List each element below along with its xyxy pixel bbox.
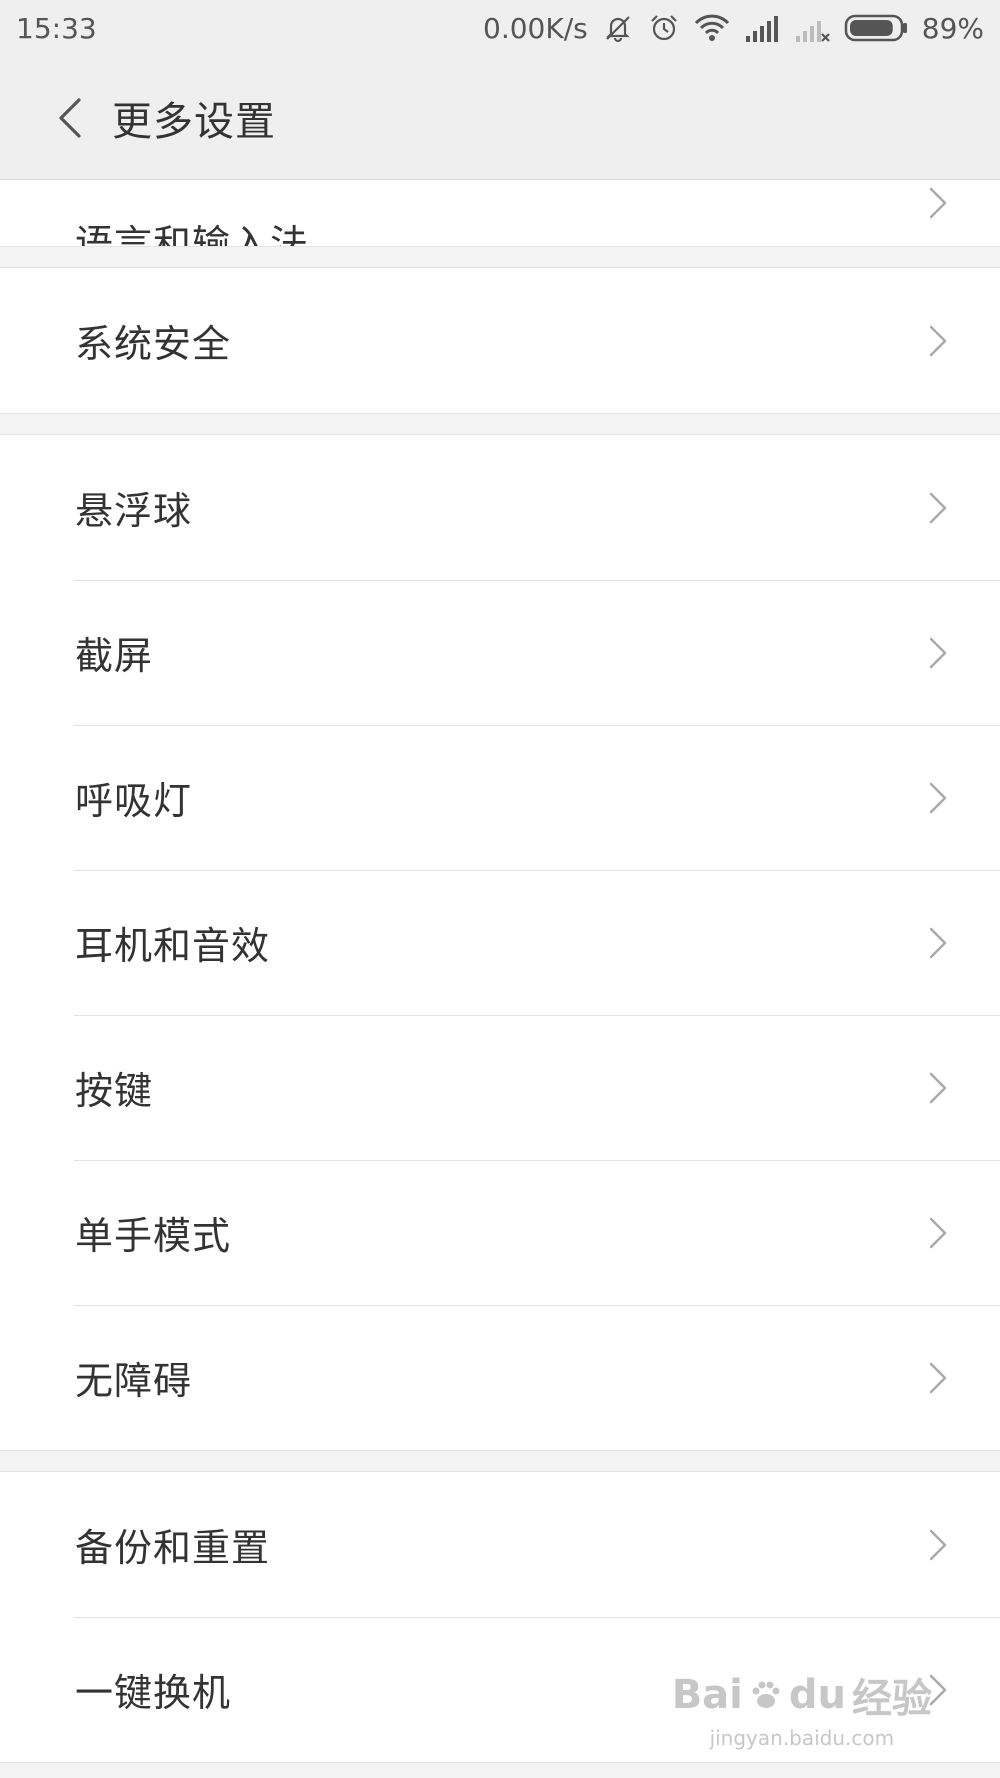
settings-item-accessibility[interactable]: 无障碍 [0, 1305, 1000, 1450]
network-speed: 0.00K/s [483, 11, 588, 45]
battery-percent: 89% [921, 11, 984, 45]
settings-item-label: 呼吸灯 [75, 779, 193, 823]
paw-icon [752, 1681, 780, 1708]
watermark-brand: Bai [671, 1672, 743, 1718]
settings-item-backup-reset[interactable]: 备份和重置 [0, 1472, 1000, 1617]
settings-item-label: 系统安全 [75, 322, 232, 366]
chevron-right-icon [929, 325, 947, 356]
settings-item-label: 备份和重置 [75, 1526, 271, 1570]
chevron-right-icon [929, 637, 947, 668]
alarm-icon [648, 12, 680, 44]
page-title: 更多设置 [112, 98, 276, 145]
chevron-left-icon [59, 97, 81, 138]
settings-item-notification-light[interactable]: 呼吸灯 [0, 725, 1000, 870]
group-features: 悬浮球 截屏 呼吸灯 耳机和音效 按键 单手模式 无障碍 [0, 434, 1000, 1451]
settings-item-language-input[interactable]: 语言和输入法 [0, 180, 1000, 246]
chevron-right-icon [929, 782, 947, 813]
settings-item-one-handed-mode[interactable]: 单手模式 [0, 1160, 1000, 1305]
settings-item-label: 无障碍 [75, 1359, 193, 1403]
chevron-right-icon [929, 1217, 947, 1248]
settings-item-label: 单手模式 [75, 1214, 232, 1258]
settings-item-screenshot[interactable]: 截屏 [0, 580, 1000, 725]
watermark-logo: Bai du 经验 [672, 1666, 932, 1724]
settings-item-label: 按键 [75, 1069, 154, 1113]
no-signal-icon [794, 12, 830, 44]
watermark-brand-suffix: du [788, 1672, 846, 1718]
group-gap [0, 1451, 1000, 1471]
status-icons: 0.00K/s 89% [483, 12, 984, 45]
mute-icon [602, 12, 634, 44]
settings-item-headphones-audio[interactable]: 耳机和音效 [0, 870, 1000, 1015]
wifi-icon [694, 12, 730, 44]
watermark-label: 经验 [852, 1676, 932, 1722]
group-language: 语言和输入法 [0, 180, 1000, 247]
chevron-right-icon [929, 1362, 947, 1393]
settings-item-label: 耳机和音效 [75, 924, 271, 968]
signal-icon [744, 12, 780, 44]
group-gap [0, 414, 1000, 434]
settings-item-buttons[interactable]: 按键 [0, 1015, 1000, 1160]
chevron-right-icon [929, 1529, 947, 1560]
title-bar: 更多设置 [0, 56, 1000, 180]
settings-item-system-security[interactable]: 系统安全 [0, 268, 1000, 413]
group-security: 系统安全 [0, 267, 1000, 414]
settings-list: 语言和输入法 系统安全 悬浮球 截屏 呼吸灯 耳机和音效 按键 单手模式 无障碍… [0, 180, 1000, 1778]
chevron-right-icon [929, 187, 947, 219]
status-time: 15:33 [16, 11, 97, 45]
watermark-url: jingyan.baidu.com [709, 1726, 895, 1750]
settings-item-floating-ball[interactable]: 悬浮球 [0, 435, 1000, 580]
chevron-right-icon [929, 492, 947, 523]
settings-item-label: 截屏 [75, 634, 154, 678]
settings-item-label: 语言和输入法 [75, 222, 310, 246]
settings-item-label: 悬浮球 [75, 489, 193, 533]
group-gap [0, 247, 1000, 267]
settings-item-label: 一键换机 [75, 1671, 232, 1715]
battery-icon [844, 13, 908, 43]
back-button[interactable] [30, 68, 110, 168]
chevron-right-icon [929, 927, 947, 958]
chevron-right-icon [929, 1072, 947, 1103]
status-bar: 15:33 0.00K/s 89% [0, 0, 1000, 56]
baidu-jingyan-watermark: Bai du 经验 jingyan.baidu.com [672, 1666, 932, 1750]
